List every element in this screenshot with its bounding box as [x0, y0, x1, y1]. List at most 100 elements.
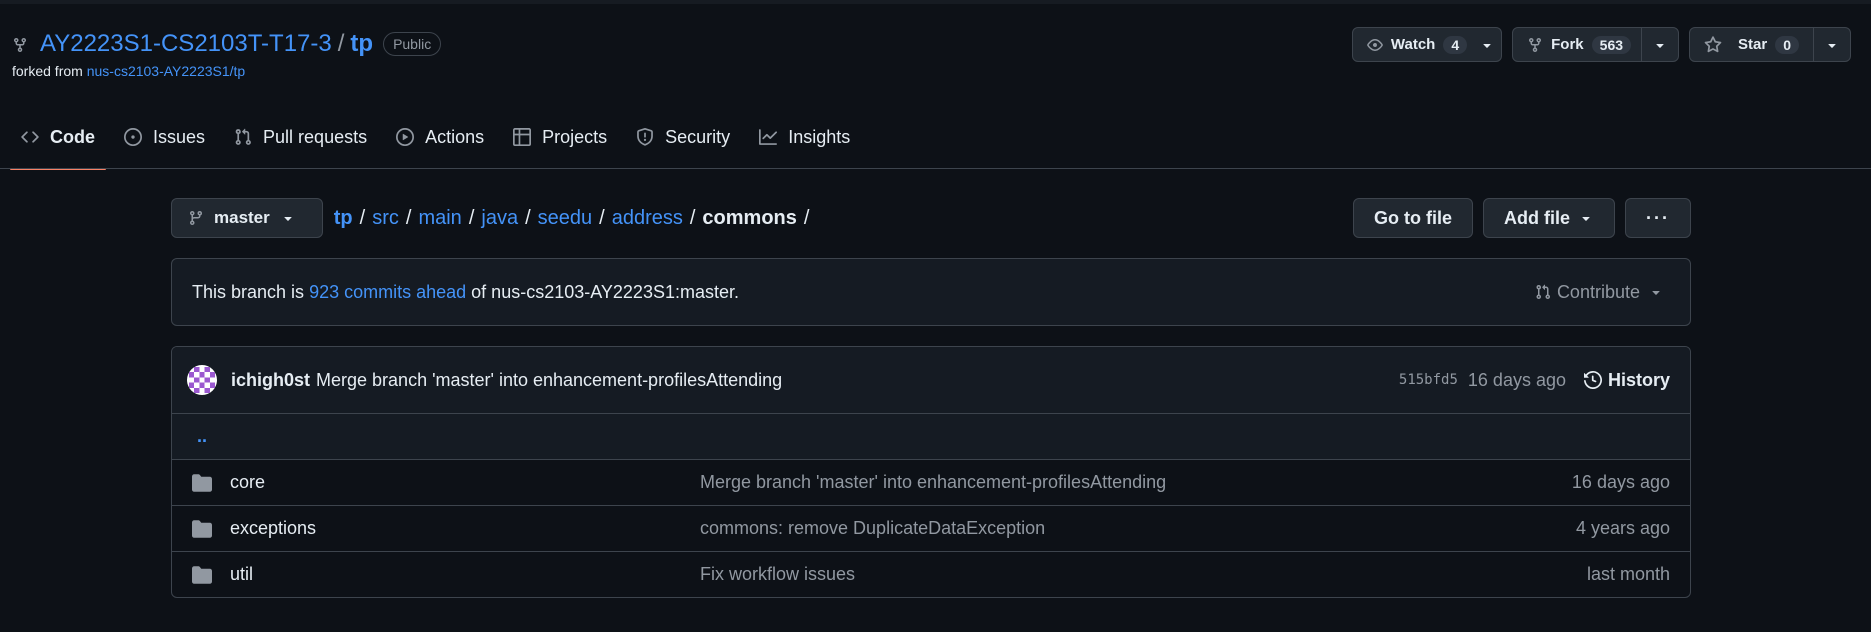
go-to-file-button[interactable]: Go to file — [1353, 198, 1474, 238]
parent-directory-link[interactable]: .. — [172, 414, 1690, 460]
file-commit-time: 4 years ago — [1575, 518, 1670, 538]
star-count: 0 — [1775, 35, 1799, 54]
commit-author[interactable]: ichigh0st — [231, 370, 310, 391]
breadcrumb-separator: / — [359, 206, 366, 229]
file-commit-message[interactable]: Merge branch 'master' into enhancement-p… — [700, 472, 1166, 493]
triangle-down-icon — [1582, 217, 1590, 221]
commits-ahead-link[interactable]: 923 commits ahead — [309, 282, 466, 303]
tab-security[interactable]: Security — [625, 112, 741, 162]
breadcrumb-current: commons — [702, 206, 797, 229]
triangle-down-icon — [284, 217, 292, 221]
tab-insights[interactable]: Insights — [748, 112, 861, 162]
fork-label: Fork — [1551, 36, 1584, 53]
main-content: master tp / src / main / java / seedu / … — [171, 198, 1691, 598]
more-options-button[interactable]: ··· — [1625, 198, 1691, 238]
breadcrumb-link-address[interactable]: address — [612, 207, 683, 230]
file-name[interactable]: exceptions — [230, 518, 700, 539]
graph-icon — [759, 129, 778, 145]
breadcrumb-separator: / — [599, 206, 605, 229]
repo-name-link[interactable]: tp — [350, 28, 373, 60]
watch-label: Watch — [1390, 36, 1436, 53]
commit-message[interactable]: Merge branch 'master' into enhancement-p… — [316, 370, 782, 391]
tab-label: Projects — [542, 126, 608, 147]
watch-button-group: Watch 4 — [1351, 27, 1503, 62]
visibility-badge: Public — [383, 32, 442, 56]
pull-request-icon — [1536, 284, 1550, 300]
repo-forked-icon — [1529, 37, 1542, 52]
breadcrumb-separator: / — [525, 206, 531, 229]
file-commit-time: last month — [1586, 564, 1670, 584]
latest-commit-row: ichigh0st Merge branch 'master' into enh… — [172, 347, 1690, 414]
breadcrumb-separator: / — [405, 206, 412, 229]
repo-header: AY2223S1-CS2103T-T17-3 / tp Public forke… — [12, 28, 442, 79]
star-label: Star — [1738, 36, 1768, 53]
watch-button[interactable]: Watch 4 — [1353, 28, 1473, 61]
forked-from-link[interactable]: nus-cs2103-AY2223S1/tp — [87, 63, 246, 79]
tab-label: Issues — [153, 126, 206, 147]
git-branch-icon — [189, 211, 202, 226]
history-label: History — [1607, 369, 1670, 390]
play-icon — [396, 128, 415, 146]
tab-actions[interactable]: Actions — [385, 112, 495, 162]
file-name[interactable]: util — [230, 564, 700, 585]
repo-owner-link[interactable]: AY2223S1-CS2103T-T17-3 — [40, 28, 332, 60]
pull-request-icon — [235, 128, 251, 145]
breadcrumb-link-java[interactable]: java — [481, 207, 518, 230]
fork-count: 563 — [1591, 35, 1632, 54]
file-commit-time: 16 days ago — [1571, 472, 1670, 492]
watch-dropdown[interactable] — [1473, 28, 1501, 61]
star-dropdown[interactable] — [1813, 28, 1850, 61]
file-name[interactable]: core — [230, 472, 700, 493]
file-commit-message[interactable]: Fix workflow issues — [700, 564, 855, 585]
tab-label: Code — [50, 126, 95, 147]
history-icon — [1583, 371, 1602, 389]
contribute-button[interactable]: Contribute — [1535, 282, 1670, 303]
folder-icon — [192, 519, 212, 538]
breadcrumb-link-src[interactable]: src — [372, 207, 399, 230]
tab-label: Security — [665, 126, 731, 147]
commit-meta: 515bfd5 16 days ago History — [1399, 370, 1670, 391]
table-row[interactable]: util Fix workflow issues last month — [172, 552, 1690, 597]
forked-from-label: forked from — [12, 63, 83, 79]
fork-button-group: Fork 563 — [1512, 27, 1680, 62]
fork-button[interactable]: Fork 563 — [1513, 28, 1641, 61]
forked-from: forked from nus-cs2103-AY2223S1/tp — [12, 63, 441, 79]
triangle-down-icon — [1656, 43, 1664, 48]
breadcrumb-link-main[interactable]: main — [418, 207, 461, 230]
branch-select-button[interactable]: master — [171, 198, 323, 238]
breadcrumb-link-tp[interactable]: tp — [334, 207, 353, 230]
table-icon — [513, 128, 532, 146]
star-button[interactable]: Star 0 — [1690, 28, 1813, 61]
path-row: master tp / src / main / java / seedu / … — [171, 198, 1691, 238]
tab-pull-requests[interactable]: Pull requests — [223, 112, 378, 162]
commit-sha[interactable]: 515bfd5 — [1399, 372, 1458, 388]
branch-name: master — [214, 208, 270, 227]
folder-icon — [192, 565, 212, 584]
tab-label: Insights — [788, 126, 851, 147]
avatar[interactable] — [187, 365, 217, 395]
code-icon — [21, 131, 39, 143]
tab-projects[interactable]: Projects — [502, 112, 618, 162]
triangle-down-icon — [1828, 43, 1836, 48]
top-bar — [0, 0, 1871, 4]
fork-dropdown[interactable] — [1641, 28, 1678, 61]
tab-issues[interactable]: Issues — [113, 112, 216, 162]
tabs-divider — [0, 168, 1871, 169]
tab-code[interactable]: Code — [10, 112, 106, 170]
file-commit-message[interactable]: commons: remove DuplicateDataException — [700, 518, 1045, 539]
repo-actions: Watch 4 Fork 563 Star 0 — [1351, 27, 1851, 62]
table-row[interactable]: exceptions commons: remove DuplicateData… — [172, 506, 1690, 552]
star-icon — [1704, 35, 1722, 52]
identicon-icon — [189, 367, 215, 393]
breadcrumb-link-seedu[interactable]: seedu — [538, 207, 593, 230]
history-button[interactable]: History — [1583, 369, 1670, 391]
table-row[interactable]: core Merge branch 'master' into enhancem… — [172, 460, 1690, 506]
repo-title-separator: / — [337, 30, 345, 57]
file-list: ichigh0st Merge branch 'master' into enh… — [171, 346, 1691, 598]
branch-status-prefix: This branch is — [192, 281, 305, 302]
breadcrumb: tp / src / main / java / seedu / address… — [334, 207, 817, 230]
add-file-button[interactable]: Add file — [1483, 198, 1616, 238]
breadcrumb-separator: / — [803, 206, 810, 229]
eye-icon — [1367, 38, 1383, 51]
add-file-label: Add file — [1504, 207, 1571, 228]
